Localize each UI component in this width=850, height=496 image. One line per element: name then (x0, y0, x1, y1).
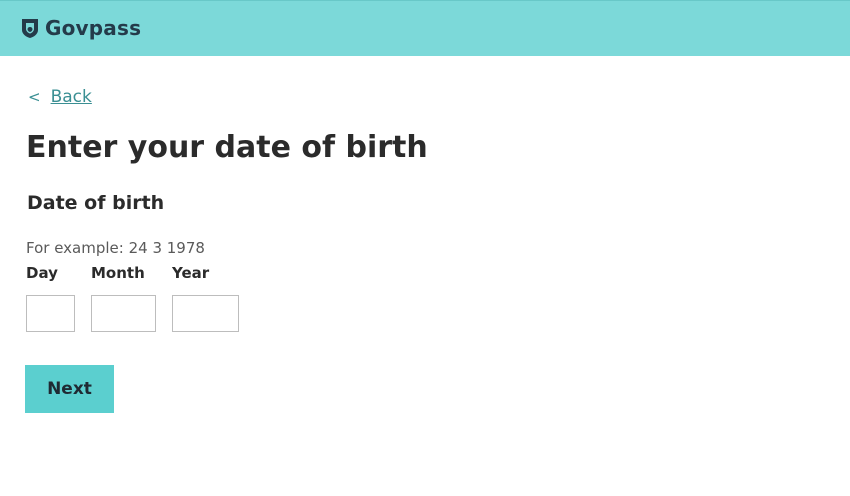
date-of-birth-legend: Date of birth (27, 192, 165, 214)
month-group: Month (91, 263, 156, 332)
brand-name: Govpass (45, 16, 142, 40)
shield-icon (21, 18, 39, 39)
brand-logo[interactable]: Govpass (21, 15, 141, 41)
year-label: Year (172, 264, 210, 282)
page-title: Enter your date of birth (26, 130, 428, 165)
year-group: Year (172, 263, 239, 332)
date-hint: For example: 24 3 1978 (26, 239, 205, 257)
day-input[interactable] (26, 295, 75, 332)
back-nav[interactable]: < Back (28, 86, 92, 108)
month-label: Month (91, 264, 145, 282)
day-label: Day (26, 264, 58, 282)
month-input[interactable] (91, 295, 156, 332)
site-header: Govpass (0, 0, 850, 56)
day-group: Day (26, 263, 75, 332)
back-link[interactable]: Back (51, 86, 92, 108)
next-button[interactable]: Next (25, 365, 114, 413)
chevron-left-icon: < (28, 88, 41, 106)
year-input[interactable] (172, 295, 239, 332)
